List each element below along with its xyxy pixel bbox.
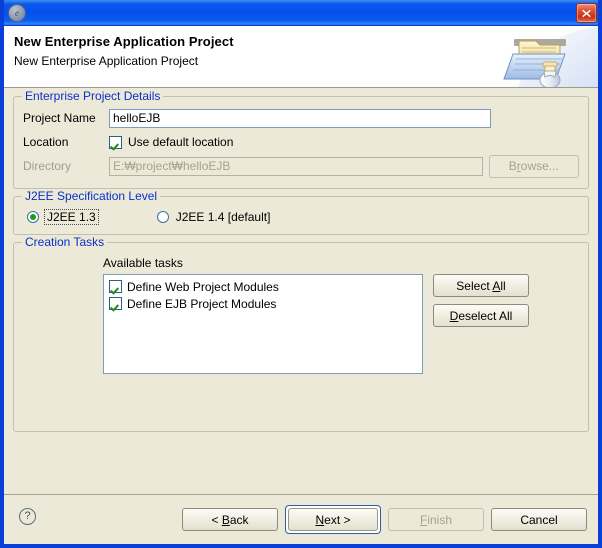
select-all-button[interactable]: Select All	[433, 274, 529, 297]
radio-j2ee-14[interactable]: J2EE 1.4 [default]	[156, 207, 273, 227]
project-name-label: Project Name	[23, 111, 96, 125]
list-item[interactable]: Define EJB Project Modules	[106, 295, 420, 312]
cancel-button[interactable]: Cancel	[491, 508, 587, 531]
deselect-all-label: Deselect All	[449, 308, 513, 323]
directory-input	[109, 156, 483, 176]
row-location: Location Use default location	[23, 131, 579, 153]
location-label: Location	[23, 135, 69, 149]
radio-j2ee-14-indicator[interactable]	[156, 211, 169, 223]
row-directory: Directory Browse...	[23, 154, 579, 178]
use-default-location-checkbox[interactable]	[109, 135, 122, 149]
back-button[interactable]: < Back	[182, 508, 278, 531]
task-label-ejb: Define EJB Project Modules	[127, 296, 277, 311]
group-legend-tasks: Creation Tasks	[22, 235, 108, 249]
next-button-default-ring: Next >	[285, 505, 381, 534]
cancel-label: Cancel	[520, 512, 558, 527]
back-label: < Back	[211, 512, 249, 527]
dialog-footer: ? < Back Next > Finish Cancel	[4, 494, 598, 542]
available-tasks-listbox[interactable]: Define Web Project Modules Define EJB Pr…	[103, 274, 423, 374]
dialog-window: e New Enterprise Application Project New…	[0, 0, 602, 548]
radio-j2ee-13-label: J2EE 1.3	[44, 209, 99, 225]
wizard-header: New Enterprise Application Project New E…	[4, 26, 598, 88]
task-checkbox-web[interactable]	[109, 280, 122, 293]
row-project-name: Project Name	[23, 107, 579, 129]
help-icon[interactable]: ?	[19, 508, 36, 525]
browse-button: Browse...	[488, 154, 579, 178]
dialog-body: Enterprise Project Details Project Name …	[4, 88, 598, 494]
group-legend-spec: J2EE Specification Level	[22, 189, 161, 203]
group-creation-tasks: Creation Tasks Available tasks Define We…	[13, 235, 589, 432]
deselect-all-button[interactable]: Deselect All	[433, 304, 529, 327]
finish-button: Finish	[388, 508, 484, 531]
select-all-label: Select All	[456, 278, 506, 293]
radio-j2ee-13-indicator[interactable]	[27, 211, 39, 223]
footer-buttons: < Back Next > Finish Cancel	[182, 505, 587, 534]
list-item[interactable]: Define Web Project Modules	[106, 278, 420, 295]
use-default-location-label: Use default location	[128, 135, 234, 149]
radio-j2ee-13[interactable]: J2EE 1.3	[27, 207, 99, 227]
task-checkbox-ejb[interactable]	[109, 297, 122, 310]
directory-label: Directory	[23, 159, 72, 173]
app-icon: e	[8, 4, 26, 22]
browse-label: Browse...	[508, 159, 559, 173]
radio-j2ee-14-label: J2EE 1.4 [default]	[175, 210, 271, 224]
close-icon[interactable]	[576, 3, 597, 23]
folder-with-bean-icon	[488, 26, 598, 87]
finish-label: Finish	[419, 512, 453, 527]
group-legend-details: Enterprise Project Details	[22, 89, 164, 103]
group-enterprise-project-details: Enterprise Project Details Project Name …	[13, 89, 589, 189]
next-label: Next >	[315, 512, 351, 527]
project-name-input[interactable]	[109, 108, 491, 128]
title-bar: e	[4, 0, 598, 26]
group-j2ee-specification-level: J2EE Specification Level J2EE 1.3 J2EE 1…	[13, 189, 589, 235]
next-button[interactable]: Next >	[288, 508, 378, 531]
task-label-web: Define Web Project Modules	[127, 279, 279, 294]
available-tasks-label: Available tasks	[103, 256, 183, 270]
